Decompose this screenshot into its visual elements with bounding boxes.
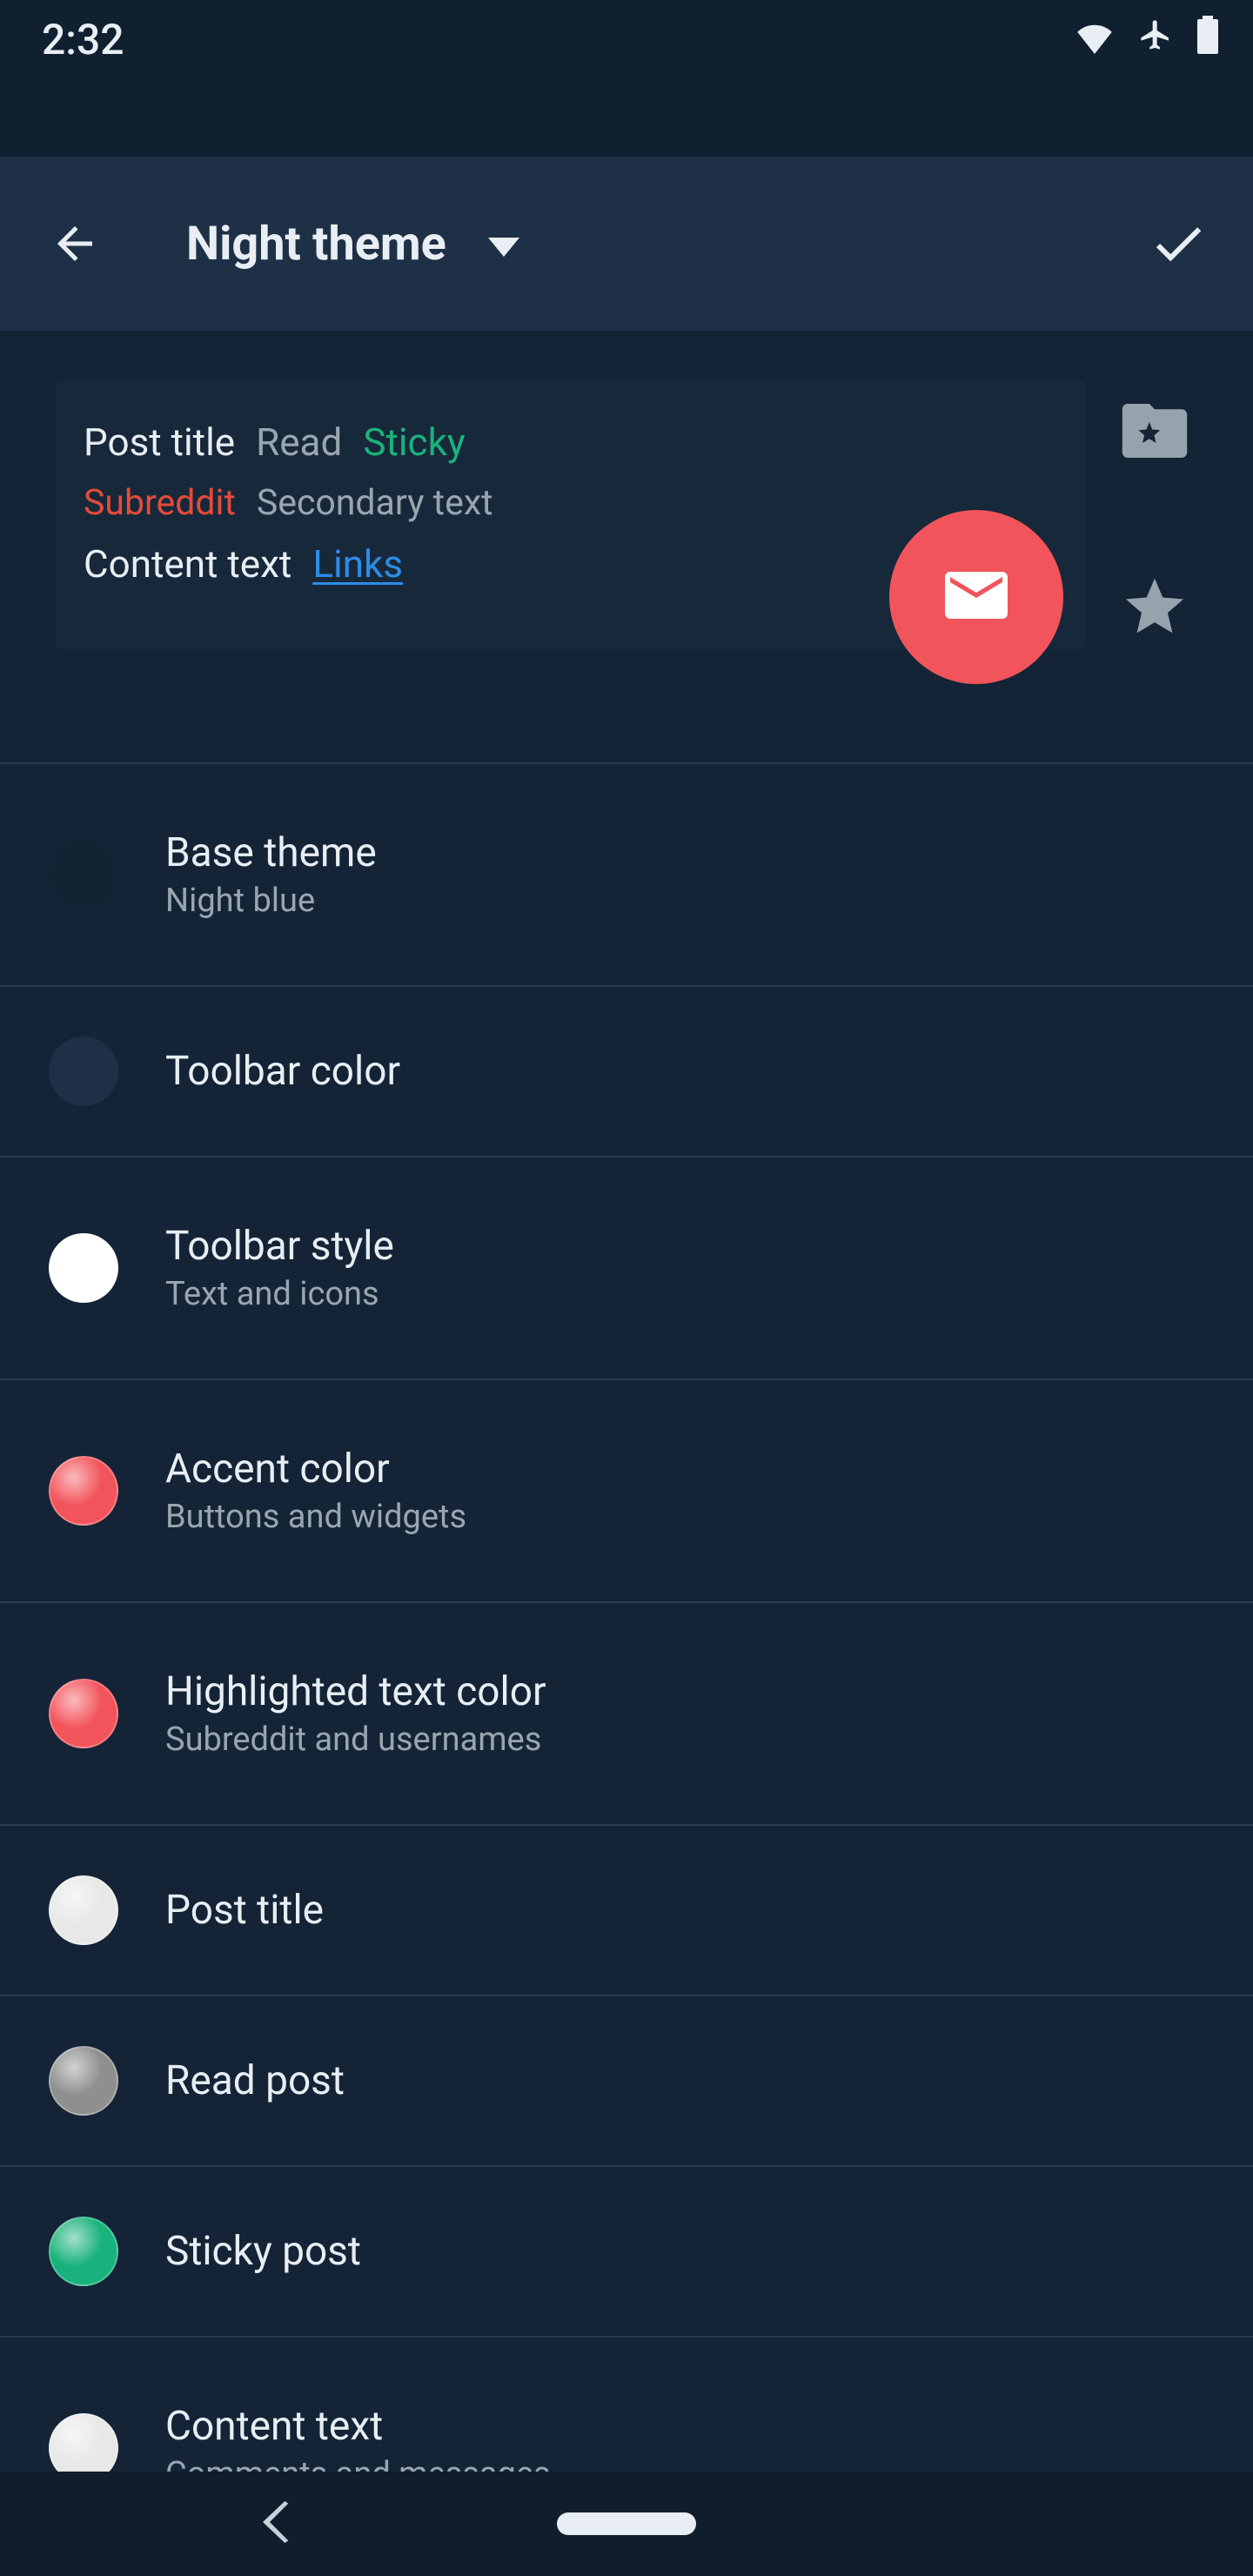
setting-row[interactable]: Toolbar color: [0, 985, 1253, 1156]
preview-card: Post title Read Sticky Subreddit Seconda…: [56, 379, 1086, 649]
chevron-down-icon: [488, 238, 519, 257]
color-swatch: [49, 1456, 118, 1526]
star-icon[interactable]: [1120, 573, 1189, 642]
preview-sticky: Sticky: [363, 419, 465, 465]
back-button[interactable]: [31, 200, 118, 287]
setting-row[interactable]: Toolbar style Text and icons: [0, 1156, 1253, 1379]
setting-row[interactable]: Content text Comments and messages: [0, 2336, 1253, 2472]
setting-title: Read post: [165, 2057, 345, 2104]
setting-subtitle: Text and icons: [165, 1275, 394, 1313]
setting-subtitle: Buttons and widgets: [165, 1498, 466, 1536]
preview-content: Content text: [84, 541, 291, 587]
color-swatch: [49, 1233, 118, 1303]
preview-subreddit: Subreddit: [84, 482, 236, 524]
wifi-icon: [1075, 15, 1114, 64]
setting-text: Toolbar style Text and icons: [165, 1223, 394, 1313]
color-swatch: [49, 2217, 118, 2286]
status-bar: 2:32: [0, 0, 1253, 78]
nav-home-pill[interactable]: [557, 2512, 696, 2535]
setting-text: Content text Comments and messages: [165, 2403, 551, 2472]
setting-title: Content text: [165, 2403, 551, 2450]
content-area: Post title Read Sticky Subreddit Seconda…: [0, 331, 1253, 2472]
setting-row[interactable]: Sticky post: [0, 2165, 1253, 2336]
folder-star-icon[interactable]: [1122, 404, 1188, 461]
toolbar-title-text: Night theme: [186, 217, 446, 272]
color-swatch: [49, 1875, 118, 1945]
confirm-button[interactable]: [1135, 200, 1222, 287]
color-swatch: [49, 1036, 118, 1106]
airplane-mode-icon: [1138, 15, 1173, 64]
setting-row[interactable]: Read post: [0, 1995, 1253, 2165]
setting-title: Accent color: [165, 1446, 466, 1493]
status-time: 2:32: [42, 15, 124, 64]
preview-secondary: Secondary text: [257, 482, 493, 524]
preview-row: Post title Read Sticky Subreddit Seconda…: [0, 331, 1253, 667]
theme-selector[interactable]: Night theme: [186, 217, 519, 272]
setting-title: Sticky post: [165, 2228, 361, 2275]
nav-back-icon[interactable]: [261, 2501, 292, 2546]
setting-subtitle: Comments and messages: [165, 2455, 551, 2472]
battery-icon: [1197, 15, 1218, 64]
setting-row[interactable]: Base theme Night blue: [0, 762, 1253, 985]
setting-text: Base theme Night blue: [165, 829, 377, 920]
preview-read: Read: [256, 419, 342, 465]
mail-icon: [945, 570, 1008, 624]
app-toolbar: Night theme: [0, 157, 1253, 331]
status-icons: [1075, 15, 1218, 64]
setting-title: Post title: [165, 1887, 324, 1934]
setting-title: Toolbar color: [165, 1048, 400, 1095]
setting-text: Read post: [165, 2057, 345, 2104]
setting-row[interactable]: Post title: [0, 1824, 1253, 1995]
setting-title: Base theme: [165, 829, 377, 876]
setting-text: Accent color Buttons and widgets: [165, 1446, 466, 1536]
setting-row[interactable]: Highlighted text color Subreddit and user…: [0, 1601, 1253, 1824]
setting-text: Post title: [165, 1887, 324, 1934]
preview-links: Links: [312, 541, 403, 587]
setting-row[interactable]: Accent color Buttons and widgets: [0, 1379, 1253, 1601]
setting-subtitle: Subreddit and usernames: [165, 1721, 546, 1759]
setting-text: Sticky post: [165, 2228, 361, 2275]
setting-title: Toolbar style: [165, 1223, 394, 1270]
preview-post-title: Post title: [84, 419, 235, 465]
preview-side-icons: [1107, 379, 1203, 649]
setting-title: Highlighted text color: [165, 1668, 546, 1715]
color-swatch: [49, 1679, 118, 1748]
color-swatch: [49, 840, 118, 909]
setting-text: Highlighted text color Subreddit and user…: [165, 1668, 546, 1759]
color-swatch: [49, 2046, 118, 2116]
system-nav-bar: [0, 2472, 1253, 2576]
setting-subtitle: Night blue: [165, 882, 377, 920]
setting-text: Toolbar color: [165, 1048, 400, 1095]
color-swatch: [49, 2413, 118, 2472]
fab-button[interactable]: [889, 510, 1063, 684]
status-gap: [0, 78, 1253, 157]
settings-list: Base theme Night blue Toolbar color Toolbar…: [0, 762, 1253, 2472]
